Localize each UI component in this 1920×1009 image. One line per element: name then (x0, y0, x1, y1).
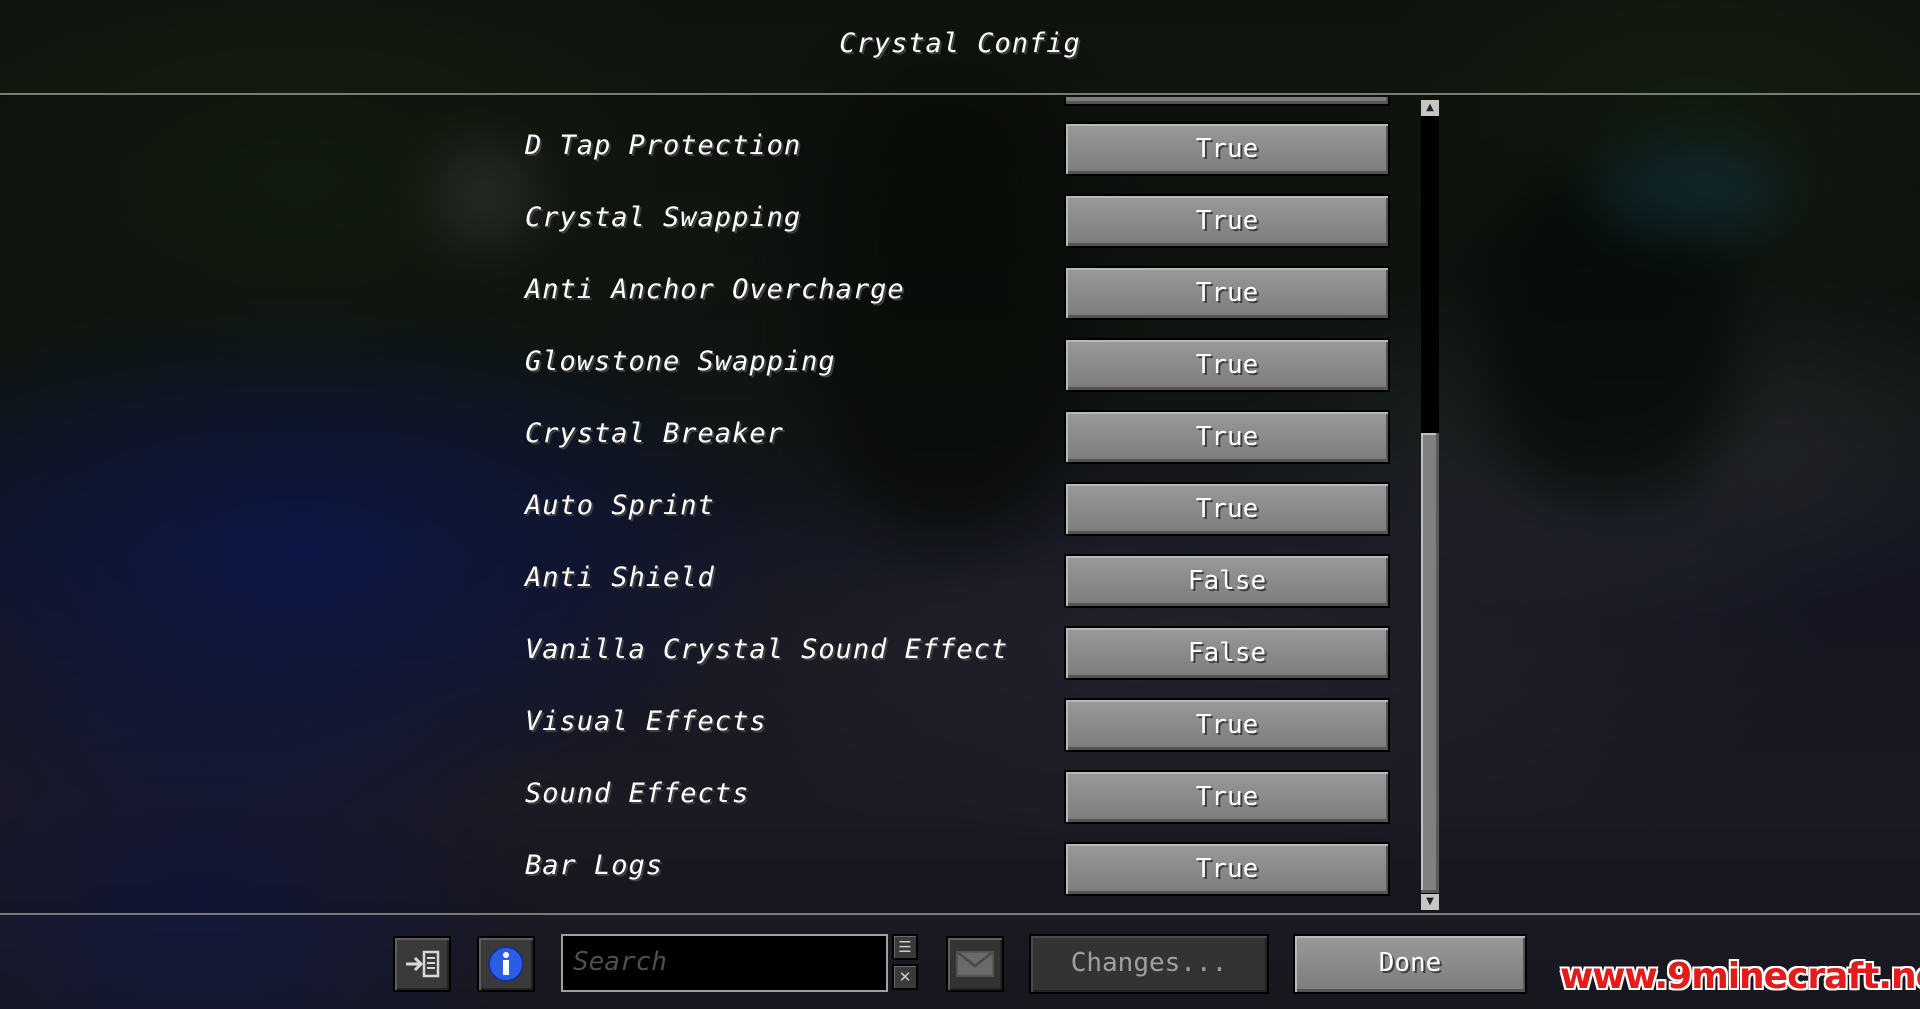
clear-search-button[interactable]: ✕ (892, 964, 918, 990)
toggle-glowstone-swapping[interactable]: True (1064, 338, 1390, 392)
setting-label-bar-logs: Bar Logs (525, 850, 664, 881)
info-button[interactable] (477, 936, 535, 992)
setting-label-auto-sprint: Auto Sprint (525, 490, 715, 521)
toggle-crystal-swapping[interactable]: True (1064, 194, 1390, 248)
exit-to-list-icon (406, 950, 440, 978)
setting-label-anti-shield: Anti Shield (525, 562, 715, 593)
toggle-anti-anchor-overcharge[interactable]: True (1064, 266, 1390, 320)
setting-label-anti-anchor-overcharge: Anti Anchor Overcharge (525, 274, 905, 305)
clear-search-icon: ✕ (898, 968, 912, 986)
scrollbar-thumb[interactable] (1421, 433, 1439, 893)
page-title: Crystal Config (839, 28, 1081, 59)
search-input[interactable]: Search (561, 934, 888, 992)
toggle-sound-effects[interactable]: True (1064, 770, 1390, 824)
done-button[interactable]: Done (1293, 934, 1527, 994)
info-icon (488, 946, 524, 982)
settings-list (0, 95, 1920, 913)
toggle-auto-sprint[interactable]: True (1064, 482, 1390, 536)
partial-setting-button[interactable] (1064, 97, 1390, 106)
toggle-crystal-breaker[interactable]: True (1064, 410, 1390, 464)
scroll-up-arrow[interactable]: ▲ (1421, 100, 1439, 116)
setting-label-glowstone-swapping: Glowstone Swapping (525, 346, 836, 377)
message-button[interactable] (946, 936, 1004, 992)
setting-label-visual-effects: Visual Effects (525, 706, 767, 737)
setting-label-vanilla-crystal-sound-effect: Vanilla Crystal Sound Effect (525, 634, 1009, 665)
exit-to-list-button[interactable] (393, 936, 451, 992)
setting-label-d-tap-protection: D Tap Protection (525, 130, 802, 161)
watermark-logo: www.9minecraft.net (1560, 956, 1920, 997)
changes-button[interactable]: Changes... (1029, 934, 1269, 994)
toggle-bar-logs[interactable]: True (1064, 842, 1390, 896)
envelope-icon (956, 951, 994, 977)
toggle-vanilla-crystal-sound-effect[interactable]: False (1064, 626, 1390, 680)
filter-list-icon: ☰ (898, 938, 912, 956)
setting-label-sound-effects: Sound Effects (525, 778, 750, 809)
setting-label-crystal-swapping: Crystal Swapping (525, 202, 802, 233)
footer-divider (0, 913, 1920, 915)
filter-button[interactable]: ☰ (892, 934, 918, 960)
toggle-d-tap-protection[interactable]: True (1064, 122, 1390, 176)
setting-label-crystal-breaker: Crystal Breaker (525, 418, 784, 449)
toggle-anti-shield[interactable]: False (1064, 554, 1390, 608)
toggle-visual-effects[interactable]: True (1064, 698, 1390, 752)
scroll-down-arrow[interactable]: ▼ (1421, 894, 1439, 910)
